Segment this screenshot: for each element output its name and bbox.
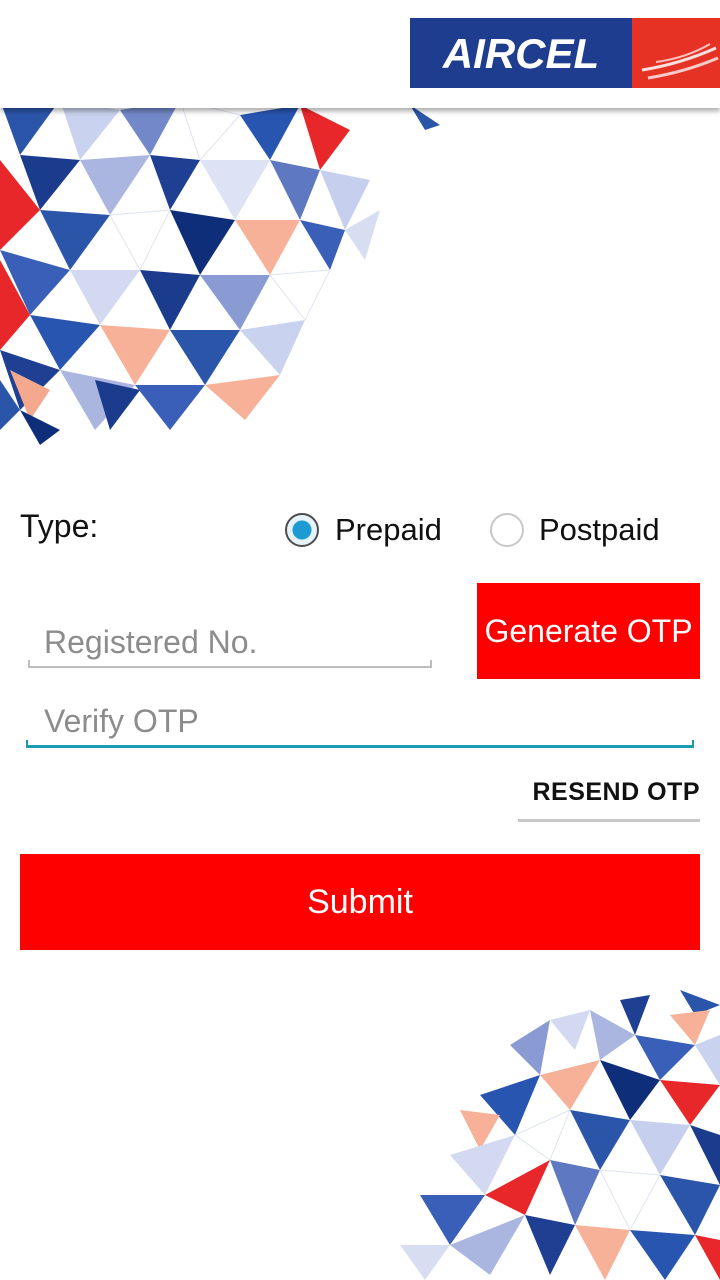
registered-number-input[interactable] bbox=[44, 618, 424, 666]
radio-postpaid-label: Postpaid bbox=[539, 512, 660, 547]
logo-text: AIRCEL bbox=[442, 30, 599, 77]
radio-unselected-icon[interactable] bbox=[490, 513, 524, 547]
triangle-pattern-bottom bbox=[400, 990, 720, 1280]
submit-button[interactable]: Submit bbox=[20, 854, 700, 950]
radio-prepaid[interactable]: Prepaid bbox=[285, 512, 442, 548]
verify-otp-input[interactable] bbox=[44, 698, 684, 744]
resend-otp-button[interactable]: RESEND OTP bbox=[518, 774, 700, 822]
top-app-bar: AIRCEL bbox=[0, 0, 720, 108]
registered-number-underline bbox=[28, 660, 432, 668]
type-label: Type: bbox=[20, 508, 99, 544]
verify-otp-underline bbox=[26, 740, 694, 748]
radio-selected-icon[interactable] bbox=[285, 513, 319, 547]
generate-otp-button[interactable]: Generate OTP bbox=[477, 583, 700, 679]
login-screen: AIRCEL Type: Prepaid Postpaid Registered… bbox=[0, 0, 720, 1280]
triangle-pattern-top bbox=[0, 100, 440, 445]
aircel-logo: AIRCEL bbox=[410, 18, 720, 88]
radio-prepaid-label: Prepaid bbox=[335, 512, 442, 547]
radio-postpaid[interactable]: Postpaid bbox=[490, 512, 660, 548]
